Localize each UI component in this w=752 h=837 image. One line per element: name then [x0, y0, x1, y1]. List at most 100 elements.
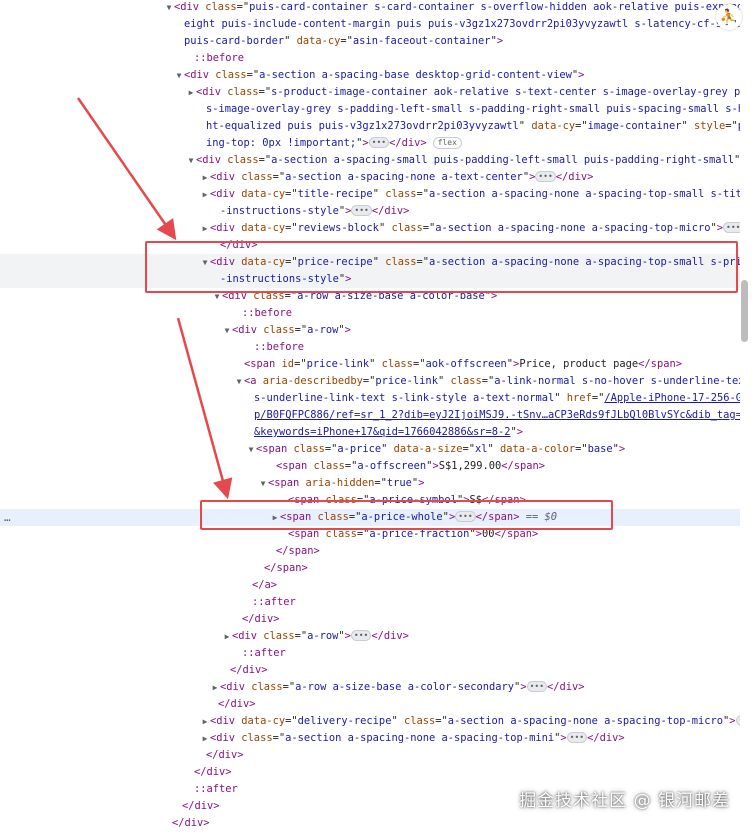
dom-node-text: <span class="a-price" data-a-size="xl" d…: [256, 443, 626, 455]
dom-node-text: <div class="a-section a-spacing-none a-s…: [210, 732, 625, 744]
vertical-scrollbar[interactable]: [741, 280, 748, 342]
dom-node-line[interactable]: ▶ <div data-cy="title-recipe" class="a-se…: [0, 186, 740, 203]
collapse-triangle-icon[interactable]: ▶: [200, 186, 210, 203]
expand-triangle-icon[interactable]: ▼: [234, 373, 244, 390]
dom-node-text: -instructions-style"> ••• </div>: [220, 205, 410, 217]
dom-node-text: puis-card-border" data-cy="asin-faceout-…: [184, 35, 504, 47]
dom-node-line[interactable]: </div>: [0, 815, 740, 832]
dom-node-line[interactable]: ::after: [0, 594, 740, 611]
dom-node-line[interactable]: ▶ <div class="a-section a-spacing-none a-…: [0, 730, 740, 747]
dom-node-line[interactable]: ing-top: 0px !important;"> ••• </div> flex: [0, 135, 740, 152]
dom-node-text: ht-equalized puis puis-v3gz1x273ovdrr2pi…: [206, 120, 740, 132]
dom-node-line[interactable]: ::before: [0, 339, 740, 356]
dom-node-line[interactable]: &keywords=iPhone+17&qid=1766042886&sr=8-…: [0, 424, 740, 441]
collapse-triangle-icon[interactable]: ▶: [186, 84, 196, 101]
dom-node-text: s-underline-link-text s-link-style a-tex…: [254, 392, 740, 404]
collapse-triangle-icon[interactable]: ▶: [200, 713, 210, 730]
dom-node-line[interactable]: s-underline-link-text s-link-style a-tex…: [0, 390, 740, 407]
dom-node-text: p/B0FQFPC886/ref=sr_1_2?dib=eyJ2IjoiMSJ9…: [254, 409, 740, 421]
dom-node-line[interactable]: s-image-overlay-grey s-padding-left-smal…: [0, 101, 740, 118]
dom-node-text: ::after: [252, 596, 296, 608]
expand-triangle-icon[interactable]: ▼: [258, 475, 268, 492]
dom-node-line[interactable]: ▶ <div class="a-section a-spacing-none a-…: [0, 169, 740, 186]
dom-node-line[interactable]: </div>: [0, 747, 740, 764]
expand-triangle-icon[interactable]: ▼: [174, 67, 184, 84]
dom-node-line[interactable]: puis-card-border" data-cy="asin-faceout-…: [0, 33, 740, 50]
dom-node-text: <div class="a-section a-spacing-small pu…: [196, 154, 740, 166]
dom-node-line[interactable]: ▼ <a aria-describedby="price-link" class=…: [0, 373, 740, 390]
dom-node-line[interactable]: </a>: [0, 577, 740, 594]
dom-node-text: ::after: [242, 647, 286, 659]
dom-node-line[interactable]: <span class="a-offscreen">S$1,299.00</sp…: [0, 458, 740, 475]
dom-node-text: <span class="a-offscreen">S$1,299.00</sp…: [276, 460, 546, 472]
dom-node-text: <a aria-describedby="price-link" class="…: [244, 375, 740, 387]
dom-node-text: <div class="s-product-image-container ao…: [196, 86, 740, 98]
dom-node-text: <div class="a-row a-size-base a-color-se…: [220, 681, 585, 693]
more-dots-icon[interactable]: …: [4, 509, 11, 526]
expand-triangle-icon[interactable]: ▼: [186, 152, 196, 169]
dom-node-line[interactable]: <span id="price-link" class="aok-offscre…: [0, 356, 740, 373]
dom-node-text: ::before: [242, 307, 293, 319]
dom-node-line[interactable]: ht-equalized puis puis-v3gz1x273ovdrr2pi…: [0, 118, 740, 135]
accessibility-icon[interactable]: ⛹: [716, 4, 742, 30]
dom-node-text: <div data-cy="reviews-block" class="a-se…: [210, 222, 740, 234]
dom-node-text: eight puis-include-content-margin puis p…: [184, 18, 740, 30]
dom-node-line[interactable]: ▶ <div class="a-row"> ••• </div>: [0, 628, 740, 645]
expand-triangle-icon[interactable]: ▼: [246, 441, 256, 458]
dom-node-line[interactable]: ▶ <div class="a-row a-size-base a-color-s…: [0, 679, 740, 696]
dom-node-text: </a>: [252, 579, 278, 591]
expand-triangle-icon[interactable]: ▼: [222, 322, 232, 339]
dom-node-line[interactable]: ▼ <div class="a-section a-spacing-small p…: [0, 152, 740, 169]
collapse-triangle-icon[interactable]: ▶: [200, 169, 210, 186]
dom-node-line[interactable]: ▶ <div data-cy="delivery-recipe" class="a…: [0, 713, 740, 730]
dom-node-text: ::after: [194, 783, 238, 795]
dom-node-line[interactable]: </div>: [0, 696, 740, 713]
collapse-triangle-icon[interactable]: ▶: [200, 220, 210, 237]
dom-node-text: <div class="a-section a-spacing-none a-t…: [210, 171, 594, 183]
dom-node-text: <div data-cy="title-recipe" class="a-sec…: [210, 188, 740, 200]
dom-node-text: <div class="a-row">: [232, 324, 351, 336]
dom-node-text: </div>: [230, 664, 268, 676]
collapse-triangle-icon[interactable]: ▶: [210, 679, 220, 696]
dom-node-line[interactable]: -instructions-style"> ••• </div>: [0, 203, 740, 220]
collapse-triangle-icon[interactable]: ▶: [222, 628, 232, 645]
dom-node-line[interactable]: </div>: [0, 764, 740, 781]
dom-node-text: </div>: [206, 749, 244, 761]
dom-node-line[interactable]: ▼ <div class="a-row">: [0, 322, 740, 339]
dom-node-line[interactable]: ▶ <div class="s-product-image-container a…: [0, 84, 740, 101]
dom-node-line[interactable]: </span>: [0, 543, 740, 560]
dom-node-text: ::before: [254, 341, 305, 353]
dom-node-line[interactable]: ::after: [0, 645, 740, 662]
dom-node-line[interactable]: ▼ <div class="puis-card-container s-card-…: [0, 0, 740, 16]
dom-node-line[interactable]: ▶ <div data-cy="reviews-block" class="a-s…: [0, 220, 740, 237]
dom-node-text: <div class="puis-card-container s-card-c…: [174, 1, 740, 13]
dom-node-line[interactable]: </span>: [0, 560, 740, 577]
dom-node-line[interactable]: ▼ <div class="a-section a-spacing-base de…: [0, 67, 740, 84]
dom-node-text: </span>: [276, 545, 320, 557]
dom-node-text: </div>: [218, 698, 256, 710]
collapse-triangle-icon[interactable]: ▶: [200, 730, 210, 747]
dom-node-line[interactable]: ::before: [0, 50, 740, 67]
dom-node-line[interactable]: eight puis-include-content-margin puis p…: [0, 16, 740, 33]
dom-node-text: <div class="a-section a-spacing-base des…: [184, 69, 585, 81]
dom-node-line[interactable]: p/B0FQFPC886/ref=sr_1_2?dib=eyJ2IjoiMSJ9…: [0, 407, 740, 424]
elements-panel: ▼ <div class="puis-card-container s-card-…: [0, 0, 752, 837]
price-whole-highlight-box: [200, 500, 613, 530]
dom-node-text: ing-top: 0px !important;"> ••• </div> flex: [206, 137, 462, 149]
dom-node-text: <div data-cy="delivery-recipe" class="a-…: [210, 715, 740, 727]
price-recipe-highlight-box: [145, 241, 738, 293]
dom-node-text: s-image-overlay-grey s-padding-left-smal…: [206, 103, 740, 115]
dom-node-text: <span aria-hidden="true">: [268, 477, 425, 489]
dom-node-text: <div class="a-row"> ••• </div>: [232, 630, 409, 642]
dom-node-text: <span id="price-link" class="aok-offscre…: [244, 358, 682, 370]
dom-node-line[interactable]: ::before: [0, 305, 740, 322]
dom-node-line[interactable]: </div>: [0, 611, 740, 628]
dom-node-line[interactable]: ▼ <span aria-hidden="true">: [0, 475, 740, 492]
dom-node-line[interactable]: </div>: [0, 662, 740, 679]
expand-triangle-icon[interactable]: ▼: [164, 0, 174, 16]
watermark: 掘金技术社区 @ 银河邮差: [519, 791, 730, 811]
dom-node-text: </div>: [242, 613, 280, 625]
dom-node-line[interactable]: ▼ <span class="a-price" data-a-size="xl" …: [0, 441, 740, 458]
dom-node-text: </div>: [182, 800, 220, 812]
dom-node-text: </div>: [172, 817, 210, 829]
